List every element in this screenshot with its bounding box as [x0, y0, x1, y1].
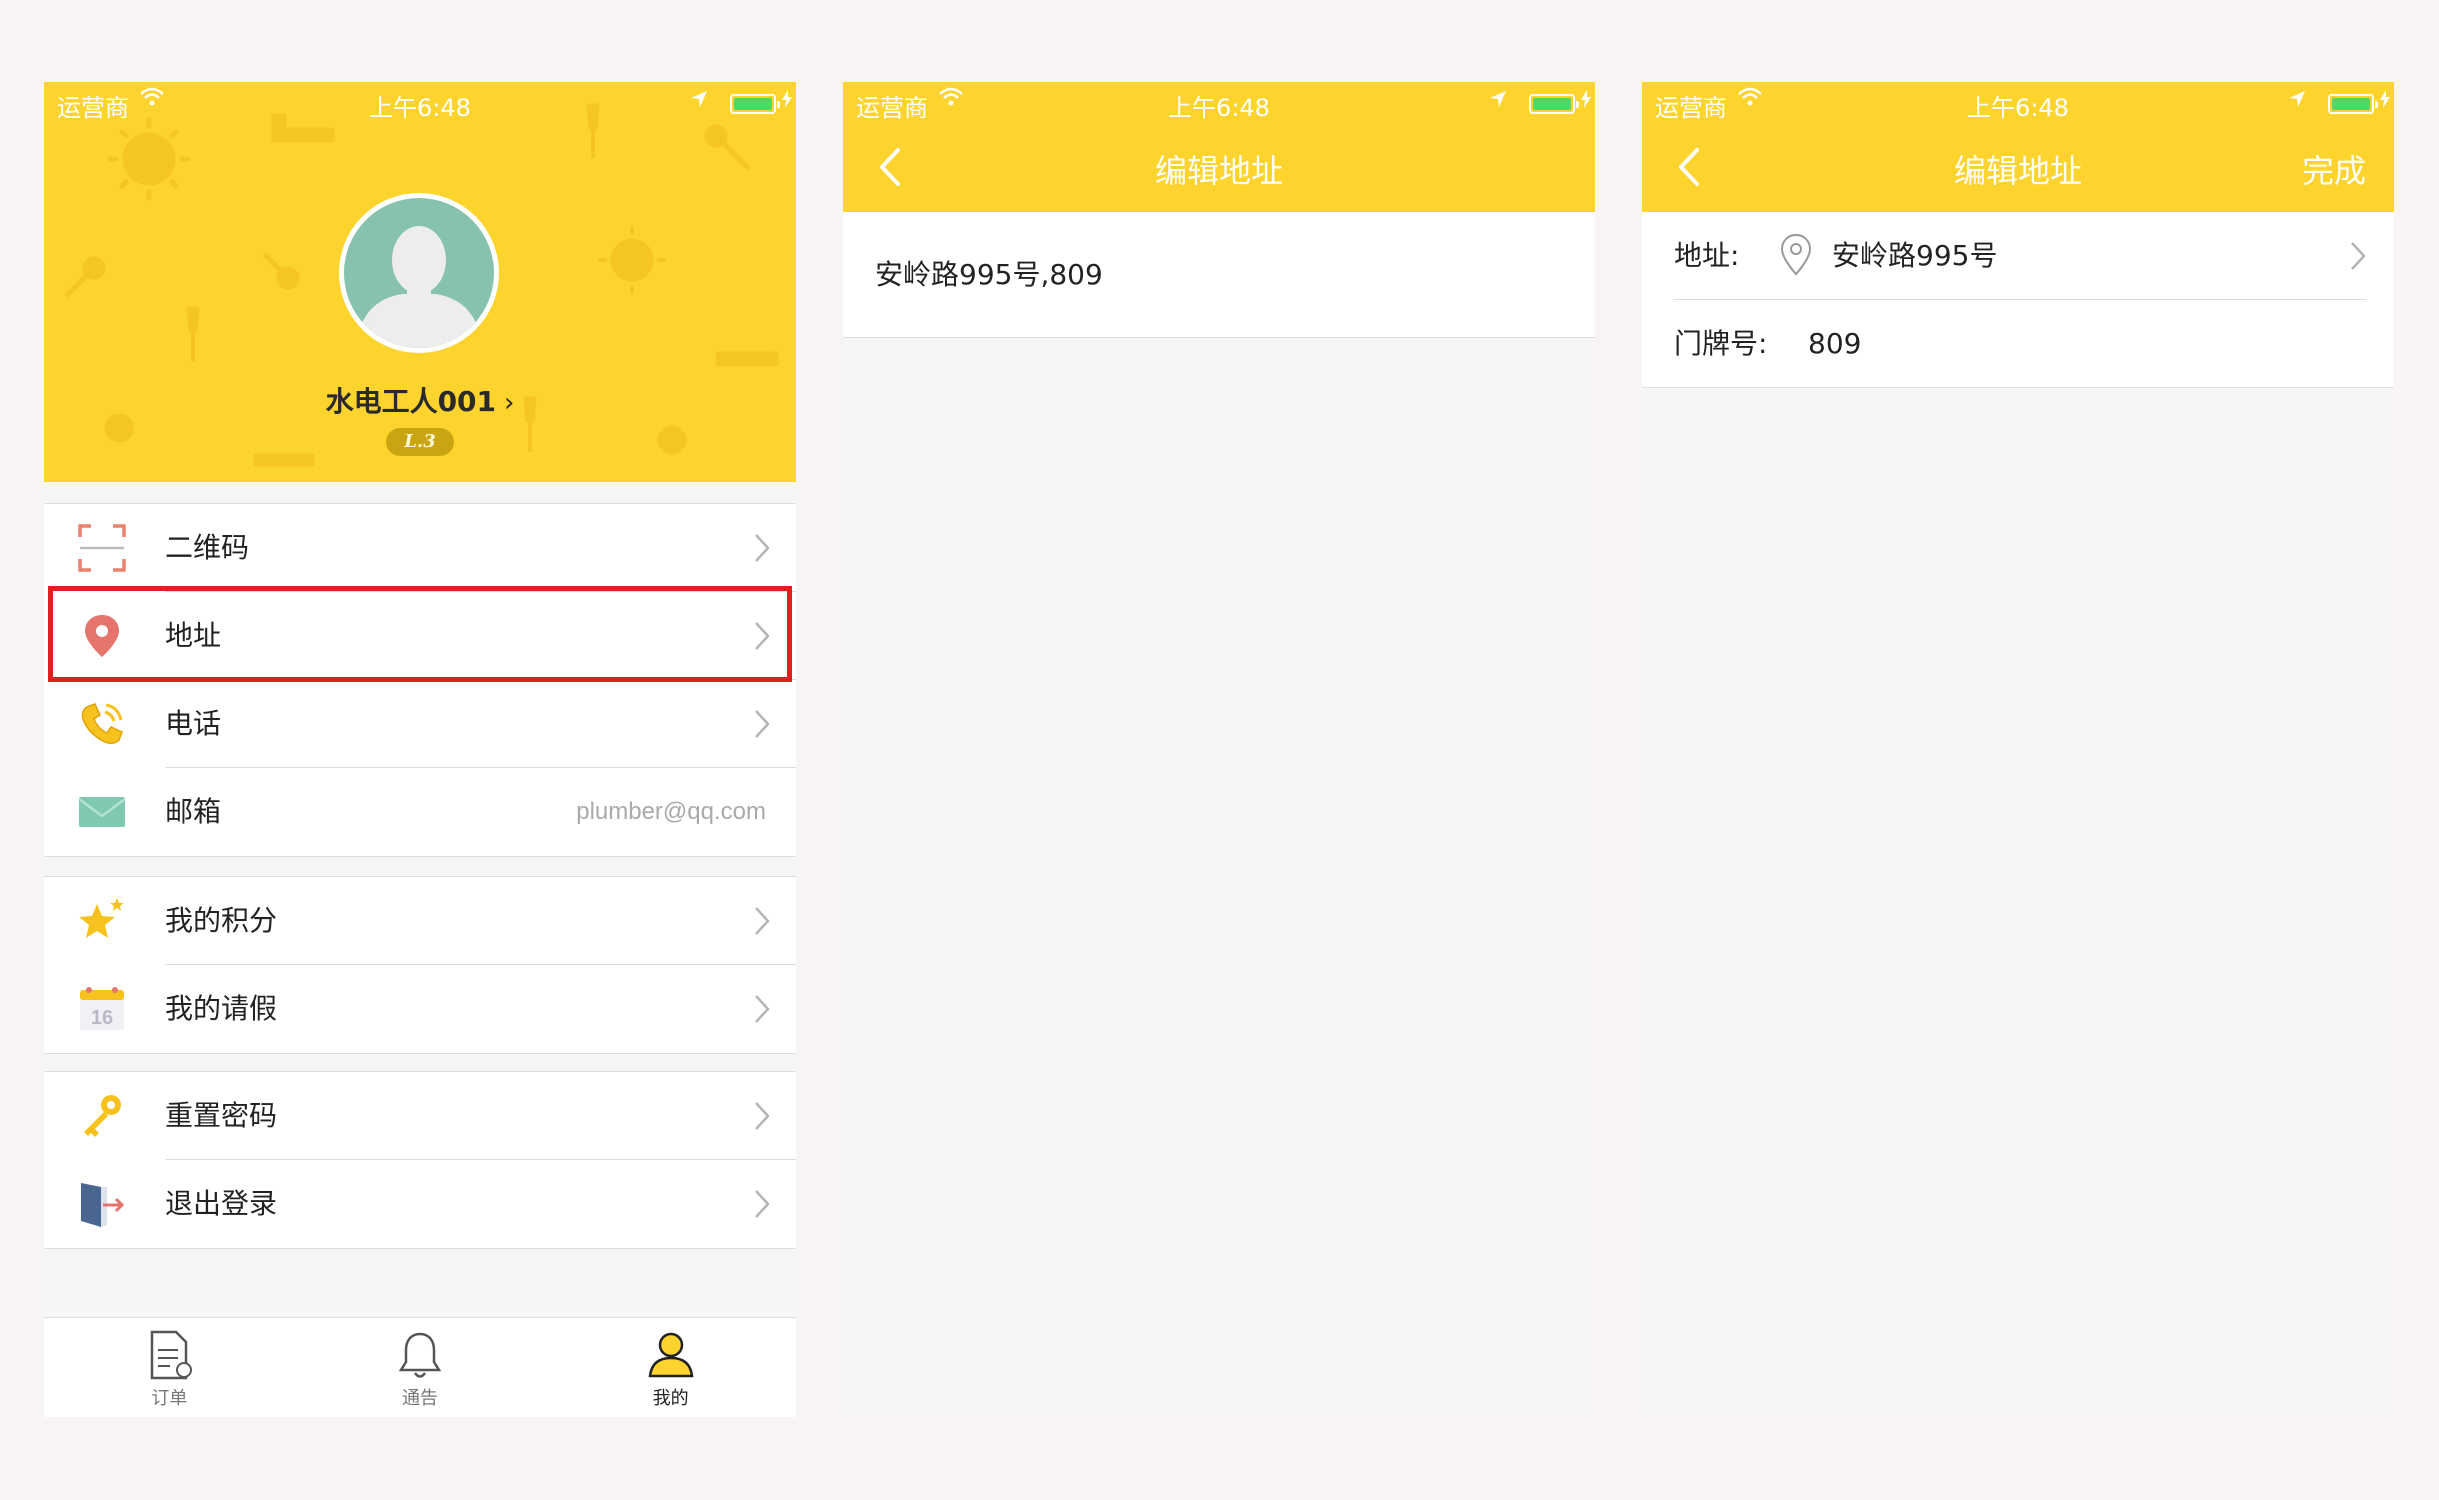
address-form: 地址: 安岭路995号 门牌号: 809 — [1642, 212, 2394, 388]
tab-orders[interactable]: 订单 — [44, 1318, 295, 1417]
tab-notices[interactable]: 通告 — [295, 1318, 546, 1417]
chevron-right-icon — [755, 995, 770, 1023]
address-field-row[interactable]: 地址: 安岭路995号 — [1642, 212, 2394, 300]
logout-door-icon — [81, 1183, 125, 1227]
menu-label: 二维码 — [165, 531, 250, 564]
avatar[interactable] — [339, 193, 499, 353]
menu-item-phone[interactable]: 电话 — [44, 680, 796, 768]
tab-label: 通告 — [402, 1388, 438, 1409]
username: 水电工人001 — [325, 385, 497, 418]
door-number-label: 门牌号: — [1674, 327, 1768, 360]
chevron-right-icon — [2351, 242, 2366, 270]
status-time: 上午6:48 — [369, 94, 471, 122]
menu-item-reset-password[interactable]: 重置密码 — [44, 1072, 796, 1160]
page-title: 编辑地址 — [1154, 152, 1283, 190]
door-number-field-row[interactable]: 门牌号: 809 — [1642, 300, 2394, 388]
chevron-right-icon — [755, 710, 770, 738]
battery-icon — [1529, 94, 1579, 114]
default-user-silhouette-icon — [356, 226, 482, 348]
envelope-icon — [78, 797, 126, 827]
nav-bar: 运营商 上午6:48 编辑地址 — [843, 82, 1595, 212]
highlight-box — [48, 586, 792, 682]
menu-label: 重置密码 — [165, 1099, 278, 1132]
address-value: 安岭路995号 — [1832, 239, 1998, 272]
status-time: 上午6:48 — [1967, 94, 2069, 122]
charging-bolt-icon — [782, 90, 792, 108]
menu-item-logout[interactable]: 退出登录 — [44, 1160, 796, 1248]
nav-bar: 运营商 上午6:48 编辑地址 完成 — [1642, 82, 2394, 212]
edit-address-screen: 运营商 上午6:48 编辑地址 安岭路995号,809 — [843, 82, 1595, 1417]
location-arrow-icon — [1490, 91, 1506, 107]
charging-bolt-icon — [2380, 90, 2390, 108]
order-document-icon — [151, 1330, 193, 1380]
calendar-day: 16 — [91, 1007, 113, 1029]
star-icon — [79, 898, 124, 938]
menu-label: 我的请假 — [165, 992, 278, 1025]
user-icon — [648, 1332, 694, 1378]
edit-address-form-screen: 运营商 上午6:48 编辑地址 完成 地址: 安岭路995号 门牌号: 809 — [1642, 82, 2394, 1417]
calendar-icon: 16 — [80, 987, 124, 1030]
charging-bolt-icon — [1581, 90, 1591, 108]
status-time: 上午6:48 — [1168, 94, 1270, 122]
tab-label: 我的 — [652, 1388, 689, 1409]
menu-label: 电话 — [165, 707, 222, 740]
address-label: 地址: — [1674, 239, 1740, 272]
status-bar: 运营商 上午6:48 — [1642, 82, 2394, 124]
phone-icon — [81, 703, 123, 744]
location-arrow-icon — [691, 91, 707, 107]
address-text: 安岭路995号,809 — [875, 258, 1103, 291]
menu-item-leave[interactable]: 16 我的请假 — [44, 965, 796, 1053]
key-icon — [84, 1095, 121, 1137]
menu-item-email[interactable]: 邮箱 plumber@qq.com — [44, 768, 796, 856]
tab-label: 订单 — [151, 1388, 188, 1409]
tab-mine[interactable]: 我的 — [545, 1318, 796, 1417]
menu-label: 我的积分 — [165, 904, 278, 937]
profile-screen: 运营商 上午6:48 水电工人001 › L.3 二维码 地址 电话 邮箱 pl… — [44, 82, 796, 1417]
profile-header: 运营商 上午6:48 水电工人001 › L.3 — [44, 82, 796, 482]
menu-item-points[interactable]: 我的积分 — [44, 877, 796, 965]
email-value: plumber@qq.com — [576, 798, 766, 825]
chevron-right-icon — [755, 1102, 770, 1130]
menu-item-qrcode[interactable]: 二维码 — [44, 504, 796, 592]
level-badge: L.3 — [386, 428, 454, 456]
chevron-right-icon — [755, 534, 770, 562]
menu-label: 邮箱 — [165, 795, 222, 828]
chevron-right-icon — [755, 1190, 770, 1218]
battery-icon — [2328, 94, 2378, 114]
battery-icon — [730, 94, 780, 114]
status-bar: 运营商 上午6:48 — [44, 82, 796, 124]
chevron-right-icon — [755, 907, 770, 935]
menu-label: 退出登录 — [165, 1187, 278, 1220]
location-arrow-icon — [2289, 91, 2305, 107]
address-display[interactable]: 安岭路995号,809 — [843, 212, 1595, 338]
status-bar: 运营商 上午6:48 — [843, 82, 1595, 124]
door-number-value[interactable]: 809 — [1808, 300, 1861, 388]
username-row[interactable]: 水电工人001 › — [44, 380, 796, 420]
page-title: 编辑地址 — [1953, 152, 2082, 190]
account-menu-group: 重置密码 退出登录 — [44, 1071, 796, 1249]
personal-menu-group: 我的积分 16 我的请假 — [44, 876, 796, 1054]
bell-icon — [398, 1332, 442, 1378]
done-button[interactable]: 完成 — [2302, 146, 2366, 192]
tab-bar: 订单 通告 我的 — [44, 1317, 796, 1417]
location-pin-outline-icon — [1780, 233, 1812, 276]
chevron-right-icon: › — [504, 388, 515, 418]
qr-scan-icon — [78, 524, 126, 572]
